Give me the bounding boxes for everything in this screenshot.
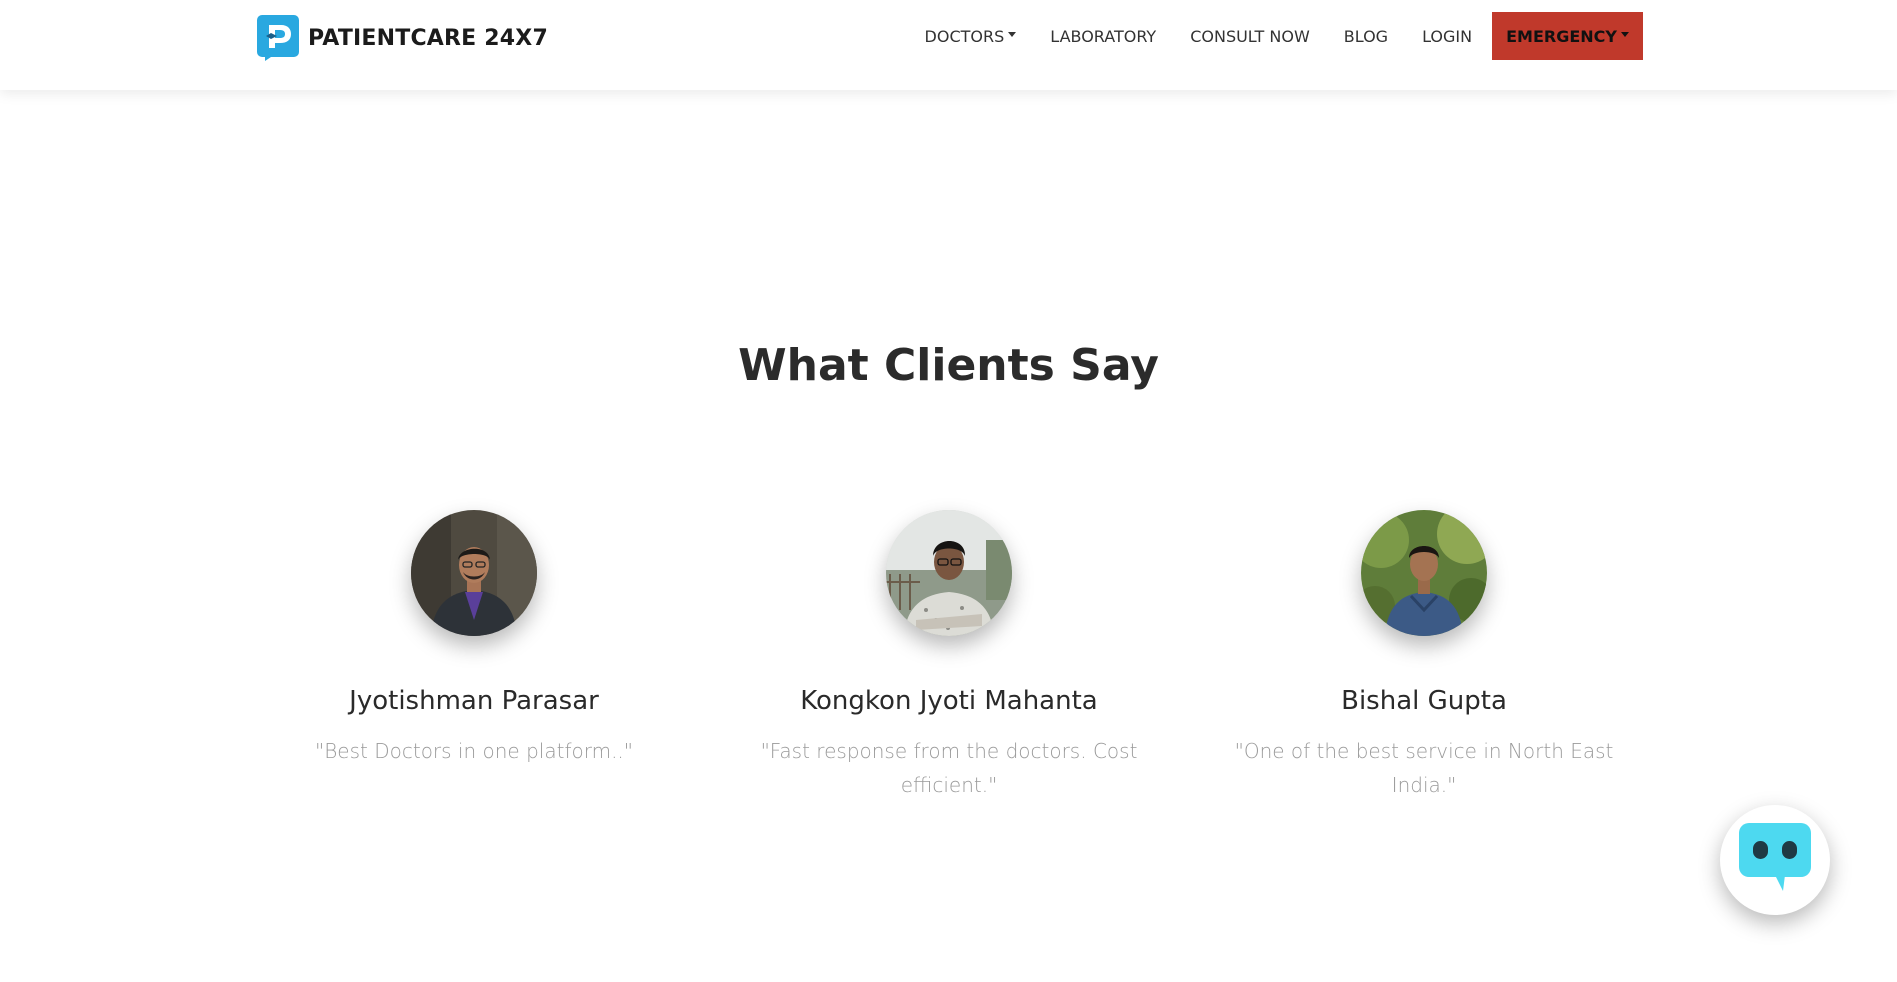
testimonial-card: Jyotishman Parasar "Best Doctors in one … [264, 510, 684, 768]
client-quote: "Fast response from the doctors. Cost ef… [760, 739, 1138, 797]
client-quote: "One of the best service in North East I… [1234, 739, 1614, 797]
client-avatar [411, 510, 537, 636]
nav-blog-label: BLOG [1343, 26, 1389, 46]
chatbot-icon [1739, 822, 1811, 898]
emergency-dropdown-button[interactable]: EMERGENCY [1492, 12, 1643, 60]
nav-laboratory[interactable]: LABORATORY [1033, 27, 1173, 46]
brand-home-link[interactable]: PATIENTCARE 24X7 [257, 15, 548, 61]
client-quote: "Best Doctors in one platform.." [315, 739, 633, 763]
caret-down-icon [1008, 31, 1017, 37]
emergency-label: EMERGENCY [1506, 26, 1617, 46]
chat-widget-button[interactable] [1720, 805, 1830, 915]
brand-name: PATIENTCARE 24X7 [308, 25, 548, 51]
nav-laboratory-label: LABORATORY [1050, 26, 1157, 46]
section-title: What Clients Say [738, 340, 1159, 391]
client-name: Bishal Gupta [1341, 686, 1507, 716]
client-name: Jyotishman Parasar [349, 686, 599, 716]
testimonial-card: Bishal Gupta "One of the best service in… [1214, 510, 1634, 802]
client-avatar [1361, 510, 1487, 636]
nav-consult-now-label: CONSULT NOW [1190, 26, 1310, 46]
testimonial-card: Kongkon Jyoti Mahanta "Fast response fro… [739, 510, 1159, 802]
nav-consult-now[interactable]: CONSULT NOW [1173, 27, 1327, 46]
caret-down-icon [1621, 31, 1629, 37]
client-avatar [886, 510, 1012, 636]
nav-doctors-dropdown[interactable]: DOCTORS [908, 27, 1034, 46]
logo-icon [257, 15, 299, 61]
main-nav: DOCTORS LABORATORY CONSULT NOW BLOG LOGI… [908, 12, 1643, 60]
nav-doctors-label: DOCTORS [924, 26, 1005, 46]
nav-login-label: LOGIN [1422, 26, 1473, 46]
nav-login[interactable]: LOGIN [1405, 27, 1489, 46]
client-name: Kongkon Jyoti Mahanta [800, 686, 1098, 716]
navbar: PATIENTCARE 24X7 DOCTORS LABORATORY CONS… [0, 0, 1897, 90]
nav-blog[interactable]: BLOG [1327, 27, 1405, 46]
